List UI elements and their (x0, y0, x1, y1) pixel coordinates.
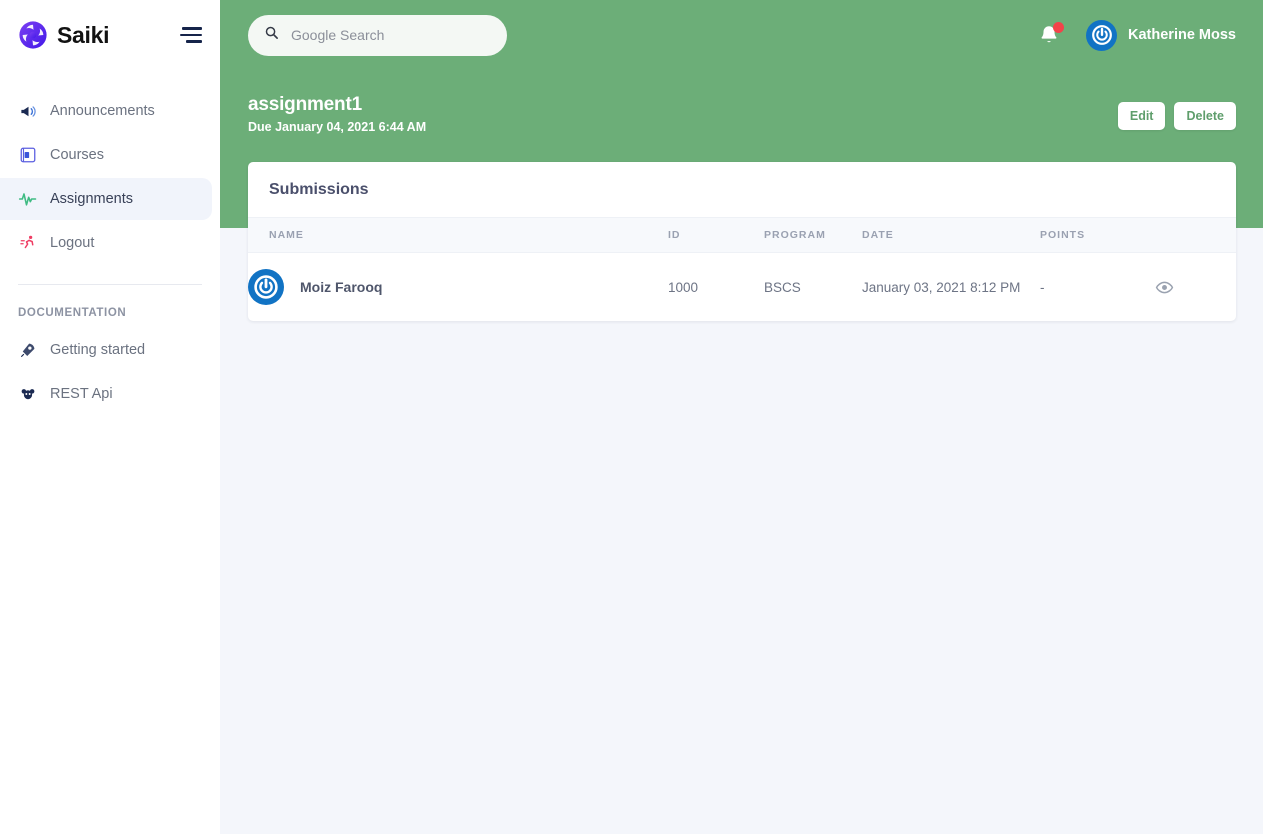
main-area: Katherine Moss assignment1 Due January 0… (220, 0, 1263, 834)
megaphone-icon (18, 101, 38, 121)
sidebar-item-label: REST Api (50, 386, 113, 402)
activity-pulse-icon (18, 189, 38, 209)
column-header-name: NAME (248, 217, 668, 253)
page-title: assignment1 (248, 94, 362, 115)
sidebar-item-logout[interactable]: Logout (0, 222, 212, 264)
hamburger-icon[interactable] (180, 27, 202, 44)
topbar: Katherine Moss (220, 0, 1263, 70)
notification-badge (1053, 22, 1065, 33)
sidebar-item-label: Assignments (50, 191, 134, 207)
sidebar-item-announcements[interactable]: Announcements (0, 90, 212, 132)
table-header-row: NAME ID PROGRAM DATE POINTS (248, 217, 1236, 253)
sidebar-item-assignments[interactable]: Assignments (0, 178, 212, 220)
rocket-icon (18, 340, 38, 360)
sidebar-item-rest-api[interactable]: REST Api (0, 373, 212, 415)
column-header-id: ID (668, 217, 764, 253)
avatar (248, 269, 284, 305)
table-header: NAME ID PROGRAM DATE POINTS (248, 217, 1236, 253)
topbar-right: Katherine Moss (1038, 19, 1236, 51)
sidebar-item-label: Getting started (50, 342, 146, 358)
edit-button[interactable]: Edit (1117, 102, 1166, 130)
sidebar-item-label: Logout (50, 235, 95, 251)
search-input[interactable] (289, 26, 491, 44)
table-row[interactable]: Moiz Farooq 1000 BSCS January 03, 2021 8… (248, 253, 1236, 322)
power-avatar-icon (1091, 25, 1112, 45)
column-header-actions (1155, 217, 1236, 253)
cell-program: BSCS (764, 279, 801, 295)
user-menu[interactable]: Katherine Moss (1086, 19, 1236, 51)
column-header-points: POINTS (1040, 217, 1155, 253)
page-title-row: assignment1 Due January 04, 2021 6:44 AM… (220, 70, 1263, 134)
sidebar-item-getting-started[interactable]: Getting started (0, 329, 212, 371)
cell-name: Moiz Farooq (248, 253, 668, 322)
running-person-icon (18, 233, 38, 253)
view-submission-button[interactable] (1155, 278, 1174, 297)
card-title: Submissions (269, 181, 369, 198)
page-due-date: Due January 04, 2021 6:44 AM (248, 120, 427, 134)
search-box[interactable] (248, 14, 507, 56)
search-icon (264, 25, 279, 45)
sidebar-section-title: DOCUMENTATION (18, 307, 127, 319)
book-icon (18, 145, 38, 165)
eye-icon (1155, 281, 1174, 293)
sidebar: Saiki Announcements Courses Assignments … (0, 0, 220, 834)
user-name: Katherine Moss (1128, 27, 1236, 43)
sidebar-item-label: Announcements (50, 103, 155, 119)
table-body: Moiz Farooq 1000 BSCS January 03, 2021 8… (248, 253, 1236, 322)
power-avatar-icon (254, 275, 278, 299)
brand-name: Saiki (57, 21, 110, 48)
page-title-block: assignment1 Due January 04, 2021 6:44 AM (248, 94, 426, 134)
sidebar-header: Saiki (0, 0, 220, 70)
notification-bell-button[interactable] (1038, 22, 1065, 47)
app-root: Saiki Announcements Courses Assignments … (0, 0, 1263, 834)
submission-student-name: Moiz Farooq (300, 279, 383, 295)
cell-actions (1155, 253, 1236, 322)
delete-button[interactable]: Delete (1174, 102, 1236, 130)
sidebar-nav: Announcements Courses Assignments Logout… (0, 90, 220, 415)
card-header: Submissions (248, 162, 1236, 217)
saiki-logo-icon (19, 21, 47, 49)
sidebar-item-label: Courses (50, 147, 104, 163)
avatar (1086, 19, 1118, 51)
submissions-table: NAME ID PROGRAM DATE POINTS Moiz Farooq … (248, 217, 1236, 321)
column-header-date: DATE (862, 217, 1040, 253)
sidebar-item-courses[interactable]: Courses (0, 134, 212, 176)
submissions-card: Submissions NAME ID PROGRAM DATE POINTS (248, 162, 1236, 321)
cell-date: January 03, 2021 8:12 PM (862, 279, 1021, 295)
cell-points: - (1040, 279, 1045, 295)
bug-icon (18, 384, 38, 404)
brand[interactable]: Saiki (18, 20, 110, 50)
column-header-program: PROGRAM (764, 217, 862, 253)
cell-id: 1000 (668, 279, 699, 295)
page-actions: Edit Delete (1117, 94, 1236, 130)
